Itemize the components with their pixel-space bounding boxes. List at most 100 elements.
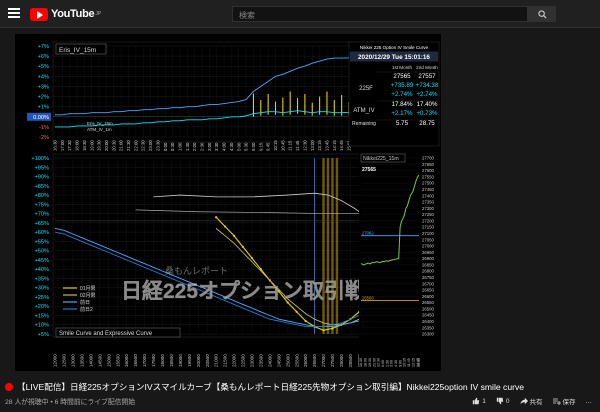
nikkei-ytick: 26600 [422, 294, 435, 299]
smile-xtick: 22000 [232, 354, 237, 367]
info-cell: 17.40% [417, 101, 438, 108]
smile-legend-label: 前日2 [80, 306, 93, 313]
smile-xtick: 19000 [178, 354, 183, 367]
iv-xtick: 10:15 [273, 140, 278, 151]
atm-band [322, 158, 325, 334]
smile-point [322, 329, 325, 332]
iv-xtick: 17:00 [60, 140, 65, 151]
smile-xtick: 16500 [133, 354, 138, 367]
smile-ytick-left: +80% [35, 193, 49, 199]
smile-point [223, 225, 227, 228]
smile-xtick: 27000 [321, 354, 326, 367]
search-button[interactable] [528, 6, 556, 22]
iv-xtick: 9:00 [251, 142, 256, 151]
smile-xtick: 28500 [348, 354, 353, 367]
iv-xtick: 1:30 [185, 142, 190, 151]
nikkei-chart: Nikkei225_15m 277002765027600275502750027… [359, 152, 441, 374]
share-button[interactable]: 共有 [519, 396, 543, 406]
smile-xtick: 27500 [330, 354, 335, 367]
smile-ytick-left: +25% [35, 295, 49, 301]
iv-xtick: 11:45 [295, 140, 300, 151]
smile-xtick: 25000 [285, 354, 290, 367]
save-label: 保存 [562, 399, 576, 406]
iv-xtick: 19:30 [97, 140, 102, 151]
iv-legend-1: Eris_IV_15m [87, 121, 113, 126]
save-button[interactable]: 保存 [552, 396, 576, 406]
smile-ytick-left: +10% [35, 323, 49, 329]
iv-xtick: 23:30 [155, 140, 160, 151]
nikkei-ref-label: 26566 [362, 296, 374, 301]
youtube-logo[interactable]: YouTube JP [30, 7, 101, 21]
info-cell: 27565 [393, 73, 411, 80]
info-remaining-label: Remaining [352, 121, 376, 127]
iv-xtick: 23:00 [148, 140, 153, 151]
smile-xtick: 26000 [303, 354, 308, 367]
info-225f-label: 225F [359, 86, 373, 92]
info-atm-label: ATM_IV [353, 108, 374, 114]
iv-xtick: 13:15 [317, 140, 322, 151]
smile-legend-label: 前日 [80, 299, 90, 306]
nikkei-ytick: 26750 [422, 275, 435, 280]
smile-point [304, 319, 307, 323]
smile-point [331, 327, 334, 330]
iv-panel: +7%+6%+5%+4%+3%+2%+1%0.00%-1%-2% 16:30 17… [27, 41, 390, 151]
iv-xtick: 20:30 [111, 140, 116, 151]
nikkei-ytick: 27700 [422, 156, 435, 161]
iv-xtick: 5:00 [236, 142, 241, 151]
nikkei-ref-label: 27082 [362, 231, 374, 236]
nikkei-ytick: 27450 [422, 187, 435, 192]
info-datetime: 2020/12/29 Tue 15:01:16 [358, 54, 430, 61]
smile-point [232, 234, 236, 237]
like-button[interactable]: 1 [472, 396, 486, 406]
info-cell: 17.84% [392, 101, 413, 108]
smile-xtick: 14000 [88, 354, 93, 367]
smile-point [241, 245, 245, 249]
info-cell: +735.89 [391, 82, 414, 89]
smile-ytick-left: +5% [38, 332, 49, 338]
info-col2: 2nd Month [416, 65, 438, 70]
iv-xtick: 14:15 [332, 140, 337, 151]
iv-ytick: -2% [39, 135, 49, 141]
nikkei-ytick: 27200 [422, 218, 435, 223]
more-button[interactable]: … [586, 396, 593, 406]
video-player[interactable]: +7% +6% +5% +4% +3% +2% +1% 0.00% -1% -2% 16:30 17… [15, 34, 549, 374]
nikkei-ytick: 27050 [422, 237, 435, 242]
dislike-count: 0 [505, 397, 510, 405]
video-title-row: 【LIVE配信】日経225オプションIVスマイルカーブ【桑もんレポート日経225… [5, 380, 595, 394]
nikkei-ytick: 27600 [422, 168, 435, 173]
smile-ytick-left: +65% [35, 221, 49, 227]
info-col1: 1st Month [392, 65, 413, 70]
iv-legend-2: ATM_IV_1m [87, 127, 112, 132]
nikkei-ytick: 26700 [422, 281, 435, 286]
iv-xtick: 22:30 [141, 140, 146, 151]
smile-ytick-left: +90% [35, 175, 49, 181]
search-input[interactable]: 検索 [232, 6, 528, 22]
iv-ytick: +2% [38, 95, 49, 101]
smile-ytick-left: +30% [35, 286, 49, 292]
smile-point [215, 216, 218, 219]
iv-xtick: 3:00 [207, 142, 212, 151]
nikkei-ytick: 26900 [422, 256, 435, 261]
iv-xtick: 14:45 [339, 140, 344, 151]
smile-xtick: 20000 [196, 354, 201, 367]
info-cell: 5.75 [396, 120, 409, 127]
nikkei-title: Nikkei225_15m [363, 156, 399, 162]
smile-xtick: 26500 [312, 354, 317, 367]
smile-xtick: 18500 [169, 354, 174, 367]
smile-legend-label: 01月限 [80, 285, 96, 292]
menu-icon[interactable] [8, 8, 20, 18]
smile-xtick: 12500 [62, 354, 67, 367]
smile-xtick: 16000 [124, 354, 129, 367]
iv-xtick: 2:30 [200, 142, 205, 151]
iv-ytick: -1% [39, 125, 49, 131]
dislike-button[interactable]: 0 [496, 396, 510, 406]
like-count: 1 [482, 397, 486, 405]
nikkei-current-label: 27565 [362, 167, 376, 173]
iv-xtick: 10:45 [280, 140, 285, 151]
smile-xtick: 17500 [151, 354, 156, 367]
smile-xtick: 13000 [71, 354, 76, 367]
iv-xtick: 20:00 [104, 140, 109, 151]
smile-xtick: 24500 [276, 354, 281, 367]
info-cell: +0.73% [416, 110, 438, 117]
smile-ytick-left: +45% [35, 258, 49, 264]
